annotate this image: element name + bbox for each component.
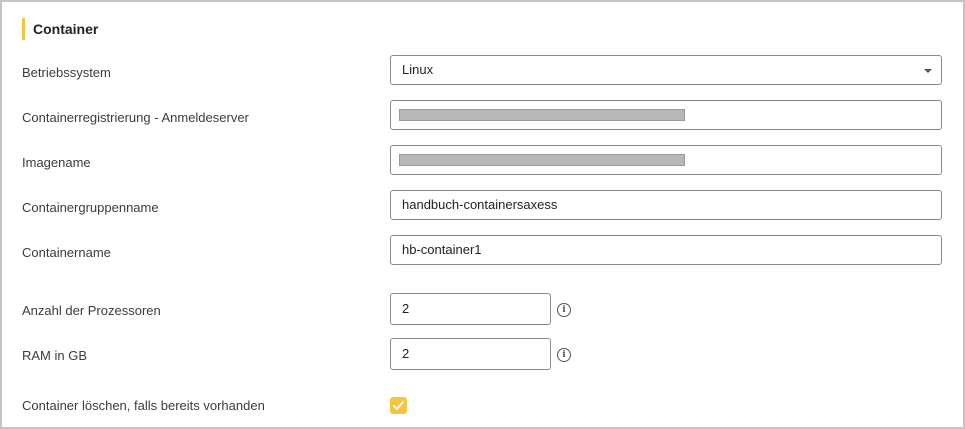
- info-icon[interactable]: i: [557, 348, 571, 362]
- info-icon[interactable]: i: [557, 303, 571, 317]
- cpu-input-value: 2: [402, 301, 410, 316]
- check-icon: [393, 401, 404, 410]
- image-input[interactable]: [390, 145, 942, 175]
- group-input[interactable]: handbuch-containersaxess: [390, 190, 942, 220]
- cpu-input[interactable]: 2: [390, 293, 551, 325]
- ram-input[interactable]: 2: [390, 338, 551, 370]
- redacted-value: [399, 109, 685, 121]
- container-name-input[interactable]: hb-container1: [390, 235, 942, 265]
- chevron-down-icon: [924, 69, 932, 73]
- os-select-value: Linux: [402, 62, 434, 77]
- section-title: Container: [22, 18, 98, 40]
- group-input-value: handbuch-containersaxess: [402, 197, 558, 212]
- ram-input-value: 2: [402, 346, 410, 361]
- registry-input[interactable]: [390, 100, 942, 130]
- os-select[interactable]: Linux: [390, 55, 942, 85]
- group-label: Containergruppenname: [22, 200, 159, 215]
- container-settings-panel: Container Betriebssystem Linux Container…: [0, 0, 965, 429]
- delete-label: Container löschen, falls bereits vorhand…: [22, 398, 265, 413]
- container-name-label: Containername: [22, 245, 111, 260]
- delete-checkbox[interactable]: [390, 397, 407, 414]
- os-label: Betriebssystem: [22, 65, 111, 80]
- ram-label: RAM in GB: [22, 348, 88, 363]
- container-name-value: hb-container1: [402, 242, 482, 257]
- redacted-value: [399, 154, 685, 166]
- image-label: Imagename: [22, 155, 91, 170]
- cpu-label: Anzahl der Prozessoren: [22, 303, 161, 318]
- registry-label: Containerregistrierung - Anmeldeserver: [22, 110, 249, 125]
